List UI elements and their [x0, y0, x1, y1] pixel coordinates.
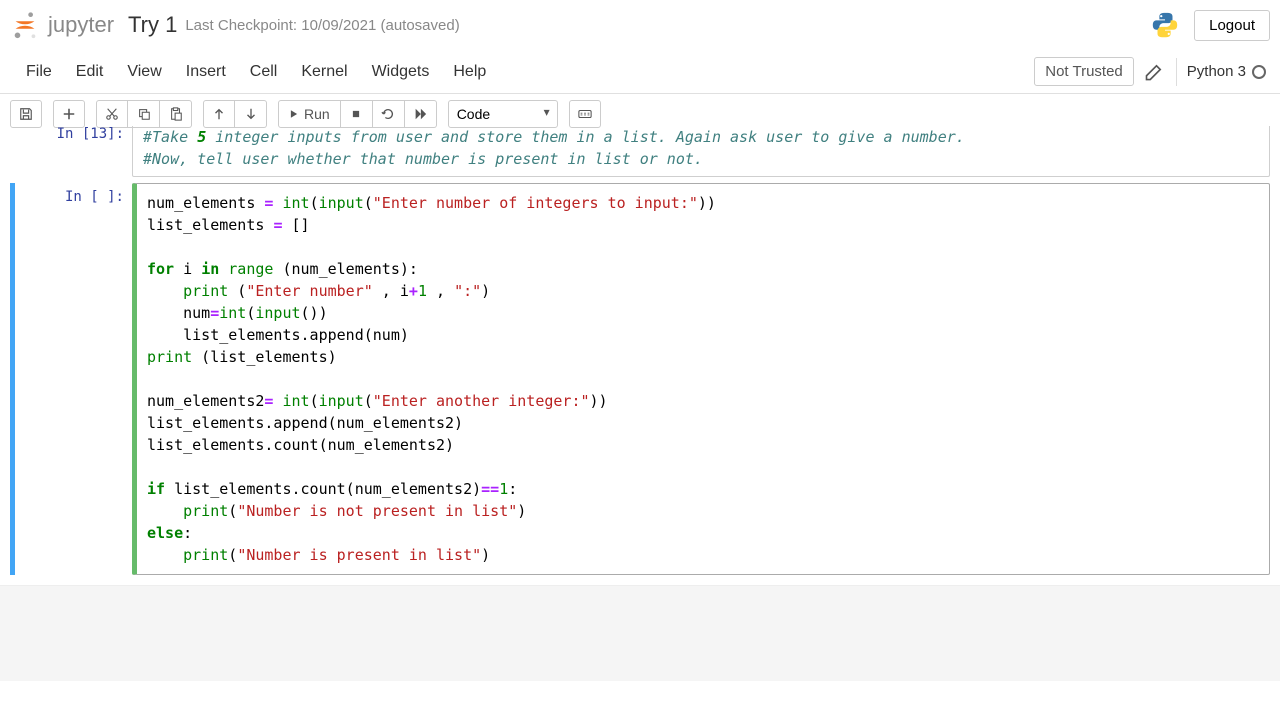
run-button[interactable]: Run [278, 100, 341, 128]
menu-widgets[interactable]: Widgets [360, 55, 442, 89]
pencil-icon[interactable] [1144, 62, 1164, 82]
trust-badge[interactable]: Not Trusted [1034, 57, 1134, 86]
code-cell[interactable]: In [13]: #Take 5 integer inputs from use… [10, 126, 1270, 177]
restart-button[interactable] [373, 100, 405, 128]
kernel-name[interactable]: Python 3 [1187, 63, 1246, 80]
header: jupyter Try 1 Last Checkpoint: 10/09/202… [0, 0, 1280, 50]
logout-button[interactable]: Logout [1194, 10, 1270, 41]
code-area[interactable]: num_elements = int(input("Enter number o… [137, 184, 1269, 574]
run-label: Run [304, 106, 330, 122]
brand-text: jupyter [48, 12, 114, 38]
code-cell-active[interactable]: In [ ]: num_elements = int(input("Enter … [10, 183, 1270, 575]
code-area[interactable]: #Take 5 integer inputs from user and sto… [132, 126, 1270, 177]
kernel-indicator-icon [1252, 65, 1266, 79]
notebook-title[interactable]: Try 1 [128, 12, 177, 38]
python-icon [1150, 10, 1180, 40]
menu-view[interactable]: View [115, 55, 173, 89]
checkpoint-text: Last Checkpoint: 10/09/2021 (autosaved) [185, 17, 459, 34]
menubar: File Edit View Insert Cell Kernel Widget… [0, 50, 1280, 94]
menu-cell[interactable]: Cell [238, 55, 290, 89]
menu-file[interactable]: File [14, 55, 64, 89]
restart-run-all-button[interactable] [405, 100, 437, 128]
paste-button[interactable] [160, 100, 192, 128]
cut-button[interactable] [96, 100, 128, 128]
add-cell-button[interactable] [53, 100, 85, 128]
empty-area [0, 585, 1280, 681]
menu-kernel[interactable]: Kernel [289, 55, 359, 89]
menu-insert[interactable]: Insert [174, 55, 238, 89]
interrupt-button[interactable] [341, 100, 373, 128]
prompt: In [13]: [10, 126, 132, 177]
menu-edit[interactable]: Edit [64, 55, 116, 89]
prompt: In [ ]: [10, 183, 132, 575]
jupyter-logo-icon[interactable] [10, 10, 40, 40]
move-up-button[interactable] [203, 100, 235, 128]
notebook-area: In [13]: #Take 5 integer inputs from use… [0, 126, 1280, 575]
command-palette-button[interactable] [569, 100, 601, 128]
move-down-button[interactable] [235, 100, 267, 128]
save-button[interactable] [10, 100, 42, 128]
menu-help[interactable]: Help [441, 55, 498, 89]
cell-type-select[interactable]: Code [448, 100, 558, 128]
copy-button[interactable] [128, 100, 160, 128]
